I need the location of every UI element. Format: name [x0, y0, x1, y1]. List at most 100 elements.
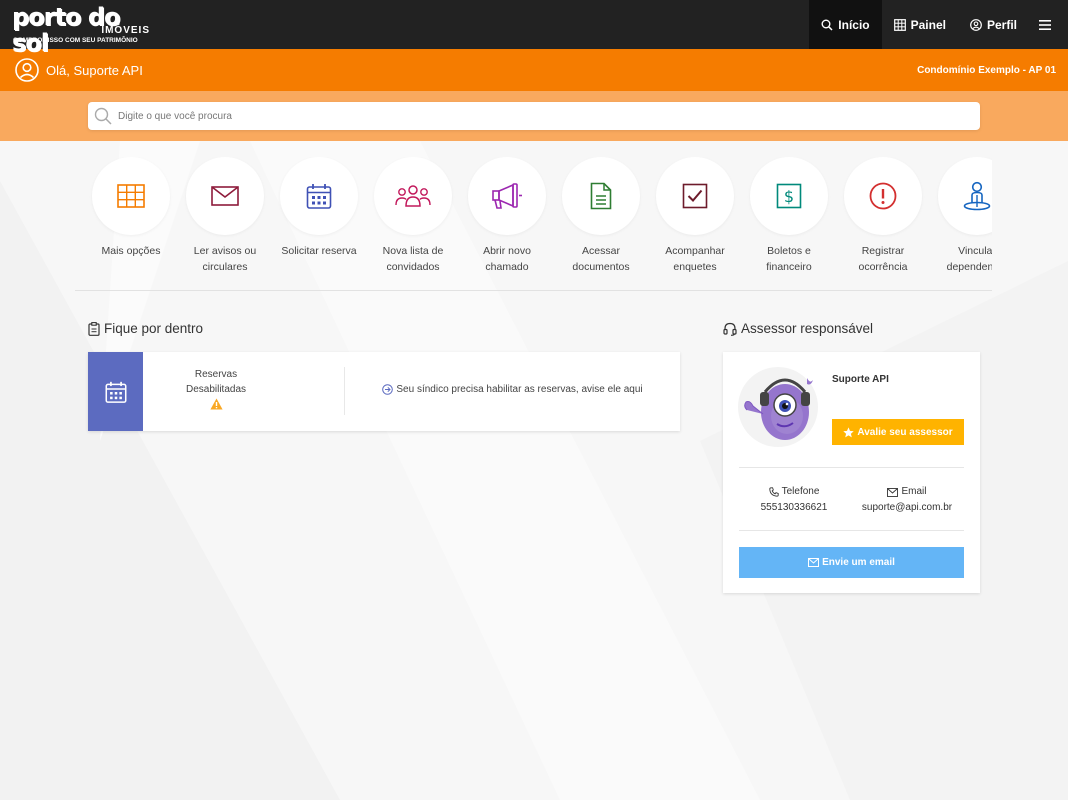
nav-menu: Início Painel Perfil — [809, 0, 1068, 49]
quick-action-reserva[interactable]: Solicitar reserva — [272, 157, 366, 275]
quick-action-circle — [468, 157, 546, 235]
warning-icon — [209, 398, 223, 410]
quick-action-documentos[interactable]: Acessar documentos — [554, 157, 648, 275]
grid-icon — [893, 18, 906, 31]
top-navbar: porto do sol IMÓVEIS COMPROMISSO COM SEU… — [0, 0, 1068, 56]
email-label: Email — [852, 484, 962, 500]
nav-label-perfil: Perfil — [986, 17, 1017, 32]
assessor-section-title: Assessor responsável — [723, 321, 873, 336]
calendar-icon — [105, 381, 126, 403]
quick-action-circle — [280, 157, 358, 235]
reservation-message[interactable]: Seu síndico precisa habilitar as reserva… — [345, 384, 680, 395]
user-icon — [970, 18, 982, 31]
calendar-icon — [306, 184, 332, 209]
search-box — [88, 102, 980, 130]
phone-icon — [768, 487, 779, 497]
checkbox-icon — [682, 183, 708, 209]
quick-action-ocorrencia[interactable]: Registrar ocorrência — [836, 157, 930, 275]
quick-action-label: Solicitar reserva — [281, 245, 357, 257]
document-icon — [590, 182, 612, 210]
envelope-icon — [211, 186, 239, 206]
send-email-button[interactable]: Envie um email — [739, 547, 964, 578]
assessor-avatar — [738, 367, 818, 447]
reservation-status: Reservas Desabilitadas — [168, 367, 264, 415]
user-circle-icon — [15, 58, 39, 82]
arrow-circle-icon — [382, 384, 394, 395]
quick-action-circle — [938, 157, 992, 235]
reservation-message-text: Seu síndico precisa habilitar as reserva… — [396, 384, 643, 395]
svg-text:$: $ — [784, 187, 794, 206]
logo-tagline: COMPROMISSO COM SEU PATRIMÔNIO — [13, 37, 138, 44]
greeting-bar: Olá, Suporte API Condomínio Exemplo - AP… — [0, 49, 1068, 91]
assessor-card: Suporte API Avalie seu assessor Telefone… — [723, 352, 980, 593]
quick-action-label: Mais opções — [101, 245, 161, 257]
status-line-1: Reservas — [194, 369, 238, 380]
quick-action-circle: $ — [750, 157, 828, 235]
quick-action-mais-opcoes[interactable]: Mais opções — [84, 157, 178, 275]
quick-actions: Mais opções Ler avisos ou circulares Sol… — [84, 157, 992, 287]
assessor-phone[interactable]: Telefone 555130336621 — [739, 484, 849, 516]
rate-assessor-button[interactable]: Avalie seu assessor — [832, 419, 964, 445]
quick-action-label: Ler avisos ou circulares — [193, 245, 257, 273]
quick-action-dependentes[interactable]: Vincular dependentes — [930, 157, 992, 275]
greeting-text: Olá, Suporte API — [46, 62, 143, 78]
email-label-text: Email — [901, 486, 927, 497]
dollar-icon: $ — [776, 183, 802, 209]
megaphone-icon — [492, 183, 522, 209]
quick-action-label: Abrir novo chamado — [483, 245, 531, 273]
fique-title-text: Fique por dentro — [104, 321, 204, 336]
phone-label: Telefone — [739, 484, 849, 500]
clipboard-icon — [88, 321, 100, 336]
search-band — [0, 91, 1068, 141]
search-icon — [94, 107, 112, 125]
phone-label-text: Telefone — [781, 486, 820, 497]
nav-label-painel: Painel — [910, 17, 946, 32]
search-input[interactable] — [118, 110, 958, 122]
quick-action-circle — [656, 157, 734, 235]
assessor-divider — [739, 467, 964, 468]
assessor-title-text: Assessor responsável — [741, 321, 874, 336]
brand-logo[interactable]: porto do sol IMÓVEIS COMPROMISSO COM SEU… — [12, 4, 152, 56]
rate-assessor-label: Avalie seu assessor — [857, 426, 953, 438]
send-email-label: Envie um email — [822, 557, 895, 568]
nav-item-perfil[interactable]: Perfil — [958, 0, 1029, 49]
nav-item-painel[interactable]: Painel — [882, 0, 958, 49]
section-divider — [75, 290, 992, 291]
alert-icon — [869, 182, 897, 210]
email-value: suporte@api.com.br — [861, 502, 953, 513]
quick-action-label: Boletos e financeiro — [766, 245, 812, 273]
quick-action-convidados[interactable]: Nova lista de convidados — [366, 157, 460, 275]
envelope-icon — [808, 558, 820, 567]
users-icon — [395, 185, 431, 207]
reservation-icon-panel — [88, 352, 143, 431]
condominium-label[interactable]: Condomínio Exemplo - AP 01 — [917, 65, 1056, 76]
grid-icon — [117, 184, 145, 208]
quick-action-circle — [374, 157, 452, 235]
quick-action-label: Acessar documentos — [572, 245, 630, 273]
phone-value: 555130336621 — [760, 502, 828, 513]
person-pin-icon — [963, 181, 991, 211]
fique-section-title: Fique por dentro — [88, 321, 203, 336]
reservation-status-card[interactable]: Reservas Desabilitadas Seu síndico preci… — [88, 352, 680, 431]
assessor-email[interactable]: Email suporte@api.com.br — [852, 484, 962, 516]
quick-action-avisos[interactable]: Ler avisos ou circulares — [178, 157, 272, 275]
search-icon — [821, 19, 833, 31]
status-line-2: Desabilitadas — [185, 384, 247, 395]
star-icon — [843, 426, 855, 437]
quick-action-circle — [844, 157, 922, 235]
quick-action-enquetes[interactable]: Acompanhar enquetes — [648, 157, 742, 275]
assessor-divider — [739, 530, 964, 531]
nav-item-inicio[interactable]: Início — [809, 0, 882, 49]
logo-sub: IMÓVEIS — [101, 25, 150, 36]
nav-label-inicio: Início — [838, 17, 870, 32]
quick-action-circle — [92, 157, 170, 235]
quick-action-circle — [562, 157, 640, 235]
user-greeting[interactable]: Olá, Suporte API — [15, 58, 143, 82]
assessor-name: Suporte API — [832, 374, 889, 385]
quick-action-boletos[interactable]: $ Boletos e financeiro — [742, 157, 836, 275]
quick-action-label: Nova lista de convidados — [382, 245, 444, 273]
quick-action-label: Vincular dependentes — [946, 245, 992, 273]
hamburger-menu-button[interactable] — [1029, 0, 1068, 49]
headset-icon — [723, 322, 737, 336]
quick-action-chamado[interactable]: Abrir novo chamado — [460, 157, 554, 275]
